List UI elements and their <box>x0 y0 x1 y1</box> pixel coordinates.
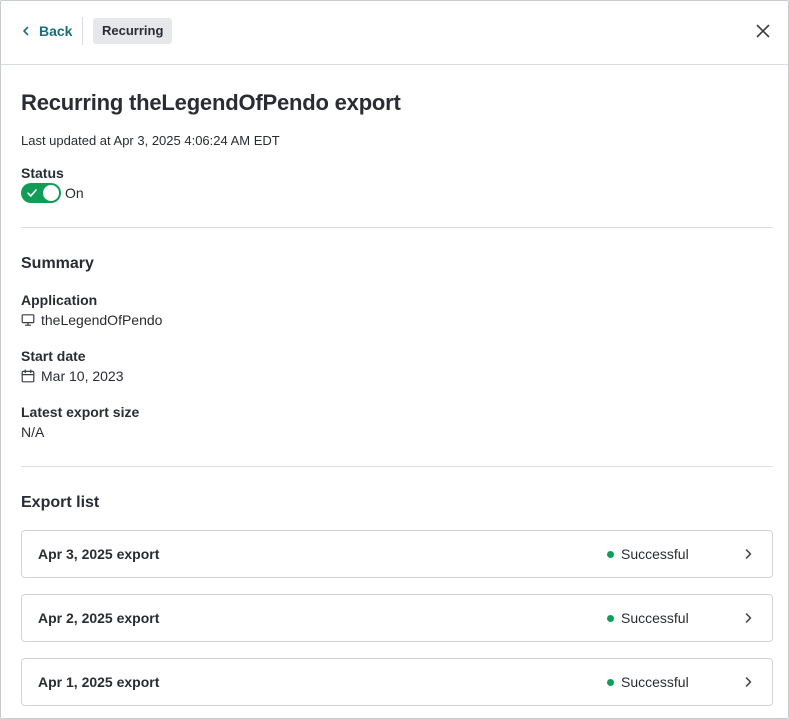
export-status-text: Successful <box>621 674 689 690</box>
page-title: Recurring theLegendOfPendo export <box>21 90 401 115</box>
export-status: Successful <box>607 546 689 562</box>
export-size-text: N/A <box>21 424 45 440</box>
back-label: Back <box>39 23 73 39</box>
success-dot-icon <box>607 678 614 686</box>
start-date-text: Mar 10, 2023 <box>41 368 124 384</box>
breadcrumb: Recurring <box>93 18 173 44</box>
toggle-knob <box>43 185 59 201</box>
export-name: Apr 1, 2025 export <box>38 674 160 690</box>
start-date-label: Start date <box>21 348 86 364</box>
close-icon <box>756 24 770 38</box>
export-name: Apr 3, 2025 export <box>38 546 160 562</box>
application-label: Application <box>21 292 98 308</box>
export-list-item[interactable]: Apr 3, 2025 export Successful <box>21 530 773 578</box>
export-detail-panel: Back Recurring Recurring theLegendOfPend… <box>0 0 789 719</box>
export-list-item[interactable]: Apr 1, 2025 export Successful <box>21 658 773 706</box>
last-updated-text: Last updated at Apr 3, 2025 4:06:24 AM E… <box>21 133 280 148</box>
calendar-icon <box>21 369 35 383</box>
export-list-heading: Export list <box>21 494 100 511</box>
status-label: Status <box>21 165 64 181</box>
close-button[interactable] <box>752 20 774 42</box>
success-dot-icon <box>607 550 614 558</box>
status-value: On <box>65 185 84 201</box>
export-status-text: Successful <box>621 610 689 626</box>
section-divider <box>21 466 773 467</box>
export-list-item[interactable]: Apr 2, 2025 export Successful <box>21 594 773 642</box>
export-status: Successful <box>607 674 689 690</box>
success-dot-icon <box>607 614 614 622</box>
section-divider <box>21 227 773 228</box>
export-size-value: N/A <box>21 424 44 440</box>
chevron-right-icon <box>745 677 752 687</box>
export-status: Successful <box>607 610 689 626</box>
summary-heading: Summary <box>21 255 94 272</box>
monitor-icon <box>21 314 35 326</box>
check-icon <box>27 189 37 197</box>
chevron-right-icon <box>745 549 752 559</box>
header-divider <box>82 17 83 45</box>
application-name: theLegendOfPendo <box>41 312 163 328</box>
start-date-value: Mar 10, 2023 <box>21 368 124 384</box>
export-status-text: Successful <box>621 546 689 562</box>
export-name: Apr 2, 2025 export <box>38 610 160 626</box>
export-size-label: Latest export size <box>21 404 140 420</box>
status-toggle[interactable] <box>21 183 61 203</box>
chevron-left-icon <box>23 26 29 36</box>
application-value: theLegendOfPendo <box>21 312 162 328</box>
back-button[interactable]: Back <box>21 21 72 41</box>
panel-header: Back Recurring <box>1 1 788 65</box>
chevron-right-icon <box>745 613 752 623</box>
